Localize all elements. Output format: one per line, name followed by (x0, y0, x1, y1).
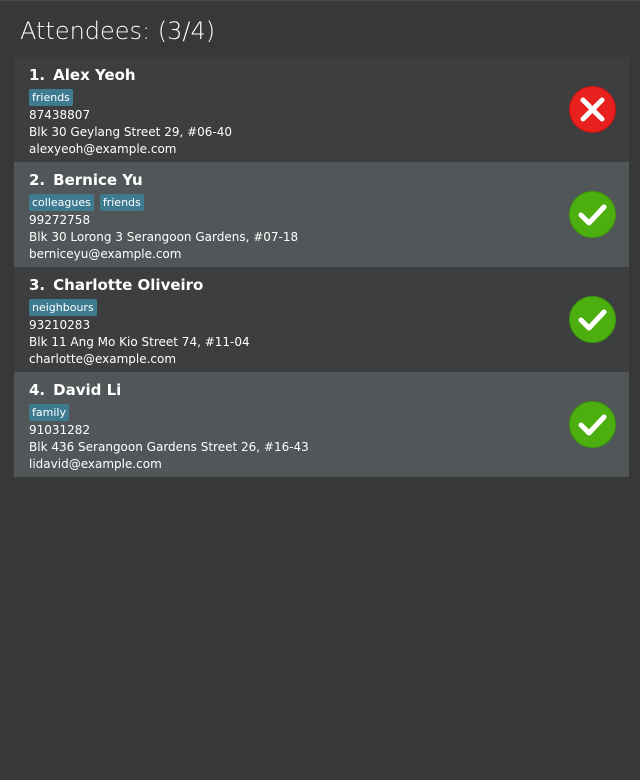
attendee-name: Charlotte Oliveiro (53, 276, 204, 294)
attendee-name-line: 1. Alex Yeoh (29, 66, 629, 85)
attendee-card[interactable]: 2. Bernice Yu colleagues friends 99272758… (14, 162, 629, 267)
attendees-header: Attendees: (3/4) (20, 17, 216, 45)
tag: friends (99, 194, 144, 211)
attendee-address: Blk 436 Serangoon Gardens Street 26, #16… (29, 440, 309, 454)
attendee-phone: 99272758 (29, 213, 91, 227)
tag-list: friends (29, 89, 629, 106)
attendee-index: 4. (29, 381, 46, 399)
tag-list: family (29, 404, 629, 421)
attendee-phone: 87438807 (29, 108, 91, 122)
window-top-border (0, 0, 640, 1)
attendee-email: alexyeoh@example.com (29, 142, 177, 156)
attendee-name-line: 2. Bernice Yu (29, 171, 629, 190)
check-icon[interactable] (569, 401, 616, 448)
attendee-index: 1. (29, 66, 46, 84)
tag: family (29, 404, 69, 421)
attendee-name-line: 4. David Li (29, 381, 629, 400)
attendee-email: lidavid@example.com (29, 457, 162, 471)
tag: friends (29, 89, 73, 106)
check-icon[interactable] (569, 191, 616, 238)
attendee-card[interactable]: 4. David Li family 91031282 Blk 436 Seran… (14, 372, 629, 477)
check-icon[interactable] (569, 296, 616, 343)
attendee-email: berniceyu@example.com (29, 247, 182, 261)
attendee-address: Blk 30 Geylang Street 29, #06-40 (29, 125, 233, 139)
attendee-name-line: 3. Charlotte Oliveiro (29, 276, 629, 295)
attendee-list[interactable]: 1. Alex Yeoh friends 87438807 Blk 30 Geyl… (14, 57, 629, 477)
attendee-card[interactable]: 1. Alex Yeoh friends 87438807 Blk 30 Geyl… (14, 57, 629, 162)
attendee-card[interactable]: 3. Charlotte Oliveiro neighbours 93210283… (14, 267, 629, 372)
attendee-address: Blk 30 Lorong 3 Serangoon Gardens, #07-1… (29, 230, 299, 244)
attendee-email: charlotte@example.com (29, 352, 177, 366)
attendee-address: Blk 11 Ang Mo Kio Street 74, #11-04 (29, 335, 250, 349)
tag: colleagues (29, 194, 94, 211)
attendee-phone: 91031282 (29, 423, 91, 437)
tag-list: colleagues friends (29, 194, 629, 211)
attendee-name: Alex Yeoh (53, 66, 136, 84)
tag: neighbours (29, 299, 97, 316)
attendee-name: David Li (53, 381, 122, 399)
tag-list: neighbours (29, 299, 629, 316)
attendee-phone: 93210283 (29, 318, 91, 332)
attendee-index: 3. (29, 276, 46, 294)
attendee-name: Bernice Yu (53, 171, 143, 189)
attendee-index: 2. (29, 171, 46, 189)
cross-icon[interactable] (569, 86, 616, 133)
